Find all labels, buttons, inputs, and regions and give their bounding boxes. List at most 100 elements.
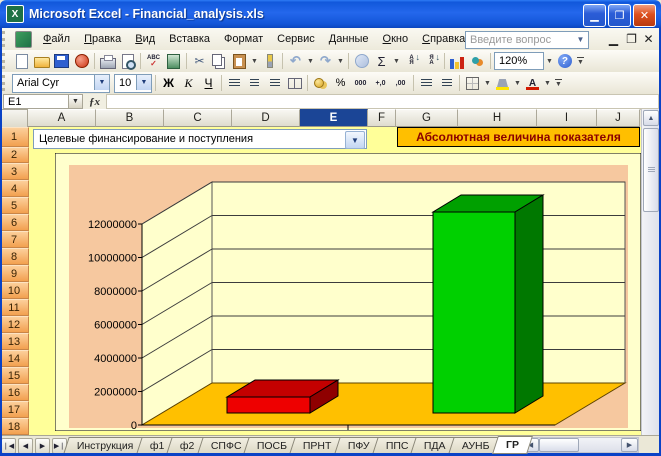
indicator-combobox[interactable]: Целевые финансирование и поступления ▼ xyxy=(33,129,367,149)
decrease-decimal-button[interactable]: ,00 xyxy=(391,74,410,92)
toolbar-grip[interactable] xyxy=(2,75,9,91)
percent-format-button[interactable]: % xyxy=(331,74,350,92)
merge-center-button[interactable] xyxy=(285,74,304,92)
fill-color-dropdown-icon[interactable]: ▼ xyxy=(513,74,522,92)
prev-sheet-button[interactable]: ◀ xyxy=(18,438,33,454)
row-header[interactable]: 6 xyxy=(0,214,29,231)
ask-question-input[interactable]: Введите вопрос ▼ xyxy=(465,31,589,49)
menu-format[interactable]: Формат xyxy=(217,30,270,48)
chart-wizard-button[interactable] xyxy=(448,51,467,72)
insert-function-button[interactable]: ƒx xyxy=(89,96,100,108)
close-button[interactable]: ✕ xyxy=(633,4,656,27)
align-right-button[interactable] xyxy=(265,74,284,92)
next-sheet-button[interactable]: ▶ xyxy=(35,438,50,454)
row-header[interactable]: 12 xyxy=(0,316,29,333)
menu-window[interactable]: Окно xyxy=(376,30,416,48)
bar-green[interactable] xyxy=(431,194,545,414)
vertical-scroll-thumb[interactable] xyxy=(643,128,659,212)
toolbar-grip[interactable] xyxy=(2,53,9,69)
increase-decimal-button[interactable]: +,0 xyxy=(371,74,390,92)
menu-help[interactable]: Справка xyxy=(415,30,472,48)
first-sheet-button[interactable]: ❘◀ xyxy=(1,438,16,454)
row-header[interactable]: 2 xyxy=(0,147,29,163)
row-header[interactable]: 17 xyxy=(0,401,29,418)
underline-button[interactable]: Ч xyxy=(199,74,218,92)
column-header-e-selected[interactable]: E xyxy=(300,109,368,127)
column-header-f[interactable]: F xyxy=(368,109,396,127)
font-dropdown-icon[interactable]: ▼ xyxy=(94,74,109,90)
bold-button[interactable]: Ж xyxy=(159,74,178,92)
format-painter-button[interactable] xyxy=(260,52,279,70)
doc-minimize-button[interactable]: ▁ xyxy=(606,32,621,46)
cut-button[interactable]: ✂ xyxy=(190,52,209,70)
doc-close-button[interactable]: ✕ xyxy=(641,32,656,46)
row-header[interactable]: 7 xyxy=(0,231,29,248)
align-center-button[interactable] xyxy=(245,74,264,92)
sheet-tab[interactable]: Инструкция xyxy=(63,437,148,454)
row-header[interactable]: 11 xyxy=(0,299,29,316)
combobox-dropdown-icon[interactable]: ▼ xyxy=(345,131,365,149)
menu-edit[interactable]: Правка xyxy=(77,30,128,48)
name-box-dropdown-icon[interactable]: ▼ xyxy=(69,94,83,109)
align-left-button[interactable] xyxy=(225,74,244,92)
size-dropdown-icon[interactable]: ▼ xyxy=(136,74,151,90)
row-header[interactable]: 14 xyxy=(0,350,29,367)
new-document-button[interactable] xyxy=(12,52,31,70)
name-box[interactable]: E1 xyxy=(3,94,69,109)
row-header[interactable]: 4 xyxy=(0,180,29,197)
select-all-corner[interactable] xyxy=(0,109,28,129)
chart-object[interactable]: 12000000 10000000 8000000 6000000 400000… xyxy=(54,152,642,432)
row-header[interactable]: 5 xyxy=(0,197,29,214)
font-color-dropdown-icon[interactable]: ▼ xyxy=(543,74,552,92)
font-name-select[interactable]: Arial Cyr ▼ xyxy=(12,73,110,93)
doc-restore-button[interactable]: ❐ xyxy=(624,32,639,46)
row-header[interactable]: 18 xyxy=(0,418,29,435)
menu-tools[interactable]: Сервис xyxy=(270,30,322,48)
sheet-cells[interactable]: Целевые финансирование и поступления ▼ А… xyxy=(29,127,642,435)
column-header-i[interactable]: I xyxy=(537,109,597,127)
vertical-scrollbar[interactable]: ▲ ▼ xyxy=(641,109,660,453)
research-button[interactable] xyxy=(164,52,183,70)
minimize-button[interactable]: ▁ xyxy=(583,4,606,27)
title-cell[interactable]: Абсолютная величина показателя xyxy=(397,127,640,147)
row-header[interactable]: 9 xyxy=(0,265,29,282)
borders-dropdown-icon[interactable]: ▼ xyxy=(483,74,492,92)
toolbar-grip[interactable] xyxy=(2,31,9,47)
column-header-b[interactable]: B xyxy=(96,109,164,127)
row-header[interactable]: 1 xyxy=(0,127,29,147)
insert-hyperlink-button[interactable] xyxy=(352,52,371,70)
open-button[interactable] xyxy=(32,52,51,70)
currency-format-button[interactable] xyxy=(311,74,330,92)
row-header[interactable]: 10 xyxy=(0,282,29,299)
print-button[interactable] xyxy=(98,52,117,70)
row-header[interactable]: 13 xyxy=(0,333,29,350)
horizontal-scroll-thumb[interactable] xyxy=(539,438,579,452)
drawing-button[interactable] xyxy=(468,52,487,70)
redo-button[interactable]: ↷ xyxy=(316,52,335,70)
zoom-select[interactable]: 120% xyxy=(494,52,544,70)
scroll-up-button[interactable]: ▲ xyxy=(643,110,659,126)
row-header[interactable]: 15 xyxy=(0,367,29,384)
redo-dropdown-icon[interactable]: ▼ xyxy=(336,52,345,70)
horizontal-scrollbar[interactable]: ◀ ▶ xyxy=(521,437,639,453)
row-header[interactable]: 16 xyxy=(0,384,29,401)
borders-button[interactable] xyxy=(463,74,482,92)
save-button[interactable] xyxy=(52,52,71,70)
paste-button[interactable] xyxy=(230,52,249,70)
menu-data[interactable]: Данные xyxy=(322,30,376,48)
font-size-select[interactable]: 10 ▼ xyxy=(114,73,152,93)
toolbar-options-chevron[interactable]: ▼ xyxy=(553,74,564,92)
comma-format-button[interactable]: 000 xyxy=(351,74,370,92)
formula-input[interactable] xyxy=(106,94,659,109)
increase-indent-button[interactable] xyxy=(437,74,456,92)
decrease-indent-button[interactable] xyxy=(417,74,436,92)
help-button[interactable]: ? xyxy=(555,52,574,70)
toolbar-options-chevron[interactable]: ▼ xyxy=(575,52,586,70)
undo-button[interactable]: ↶ xyxy=(286,52,305,70)
row-header[interactable]: 8 xyxy=(0,248,29,265)
column-header-a[interactable]: A xyxy=(28,109,96,127)
autosum-button[interactable]: Σ xyxy=(372,52,391,70)
font-color-button[interactable]: А xyxy=(523,74,542,92)
zoom-dropdown-icon[interactable]: ▼ xyxy=(545,52,554,70)
menu-view[interactable]: Вид xyxy=(128,30,162,48)
